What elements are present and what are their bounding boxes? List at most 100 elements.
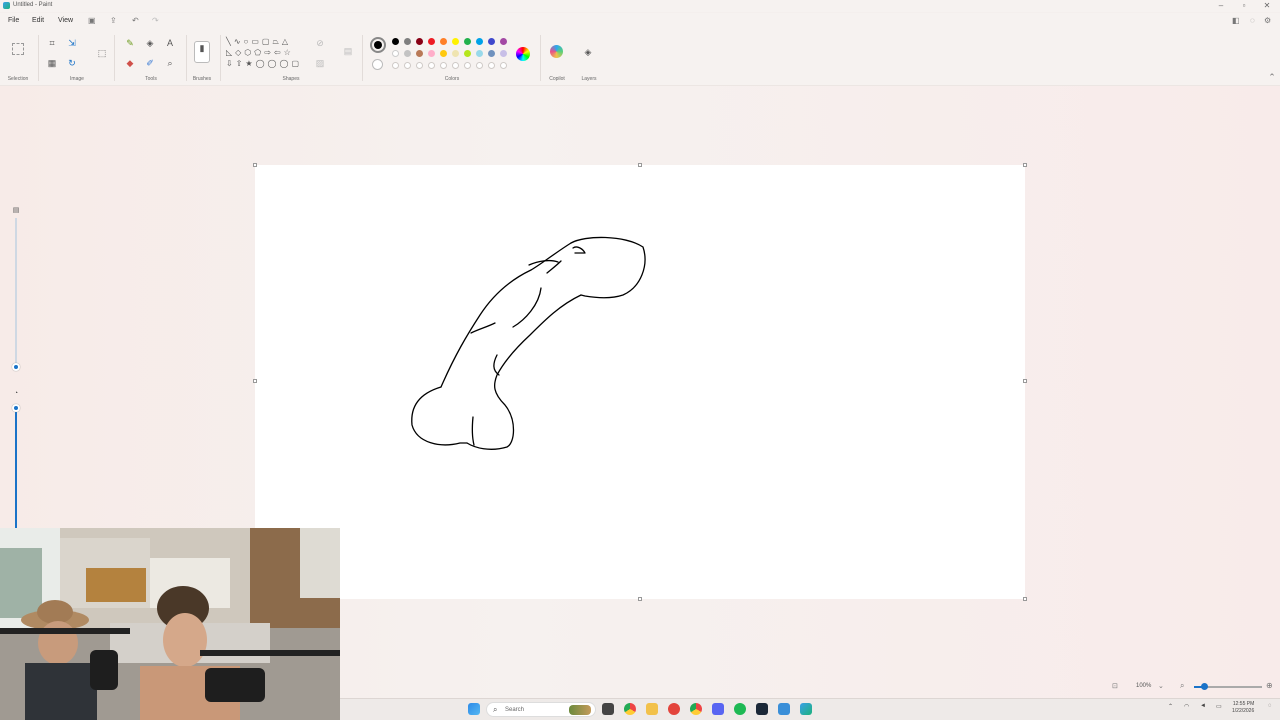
color-swatch[interactable]: [452, 50, 459, 57]
canvas-resize-handle[interactable]: [253, 379, 257, 383]
windows-start-icon[interactable]: [468, 703, 480, 715]
brush-size-knob[interactable]: [12, 363, 20, 371]
resize-icon[interactable]: ⇲: [66, 37, 78, 49]
copilot-icon[interactable]: [550, 45, 563, 58]
paint-icon[interactable]: [800, 703, 812, 715]
custom-color-slot[interactable]: [392, 62, 399, 69]
color-swatch[interactable]: [416, 38, 423, 45]
color-swatch[interactable]: [476, 38, 483, 45]
color-swatch[interactable]: [464, 38, 471, 45]
fit-to-window-icon[interactable]: ⊡: [1112, 682, 1118, 690]
app-icon-red[interactable]: [668, 703, 680, 715]
secondary-color-swatch[interactable]: [372, 59, 383, 70]
account-icon[interactable]: ◌: [1250, 16, 1255, 25]
layers-icon[interactable]: ◈: [582, 46, 594, 58]
custom-color-slot[interactable]: [416, 62, 423, 69]
zoom-level[interactable]: 100%: [1136, 683, 1151, 689]
color-swatch[interactable]: [440, 38, 447, 45]
crop-icon[interactable]: ⌗: [46, 37, 58, 49]
color-swatch[interactable]: [464, 50, 471, 57]
color-swatch[interactable]: [416, 50, 423, 57]
opacity-track[interactable]: [15, 404, 17, 528]
chrome-icon-secondary[interactable]: [690, 703, 702, 715]
file-explorer-icon[interactable]: [646, 703, 658, 715]
steam-icon[interactable]: [756, 703, 768, 715]
close-icon[interactable]: ✕: [1261, 1, 1273, 10]
zoom-out-icon[interactable]: ⌕: [1180, 681, 1184, 691]
canvas-resize-handle[interactable]: [1023, 379, 1027, 383]
zoom-dropdown-icon[interactable]: ⌄: [1158, 682, 1164, 690]
zoom-slider-knob[interactable]: [1201, 683, 1208, 690]
discord-icon[interactable]: [712, 703, 724, 715]
custom-color-slot[interactable]: [476, 62, 483, 69]
custom-color-slot[interactable]: [464, 62, 471, 69]
minimize-icon[interactable]: –: [1215, 1, 1227, 10]
shape-size-icon[interactable]: ▤: [342, 45, 354, 57]
taskbar-search[interactable]: ⌕ Search: [486, 702, 596, 717]
color-swatch[interactable]: [488, 50, 495, 57]
color-swatch[interactable]: [392, 50, 399, 57]
custom-color-slot[interactable]: [404, 62, 411, 69]
color-swatch[interactable]: [440, 50, 447, 57]
maximize-icon[interactable]: ▫: [1238, 1, 1250, 10]
custom-color-slot[interactable]: [428, 62, 435, 69]
battery-icon[interactable]: ▭: [1216, 703, 1222, 710]
shapes-gallery[interactable]: ╲∿○▭▢⏢△ ◺◇⬡⬠⇨⇦☆ ⇩⇧★◯◯◯▢: [226, 36, 306, 74]
color-swatch[interactable]: [428, 50, 435, 57]
pencil-icon[interactable]: ✎: [124, 37, 136, 49]
brushes-icon[interactable]: ▮: [194, 41, 210, 63]
menu-edit[interactable]: Edit: [32, 17, 44, 24]
opacity-knob[interactable]: [12, 404, 20, 412]
spotify-icon[interactable]: [734, 703, 746, 715]
custom-color-slot[interactable]: [440, 62, 447, 69]
collapse-ribbon-icon[interactable]: ⌃: [1266, 71, 1278, 83]
color-swatch[interactable]: [428, 38, 435, 45]
canvas-resize-handle[interactable]: [1023, 163, 1027, 167]
task-view-icon[interactable]: [602, 703, 614, 715]
custom-color-slot[interactable]: [452, 62, 459, 69]
selection-tool-icon[interactable]: [12, 43, 24, 55]
canvas-resize-handle[interactable]: [638, 597, 642, 601]
remove-background-icon[interactable]: ⬚: [96, 47, 108, 59]
eraser-icon[interactable]: ◆: [124, 57, 136, 69]
canvas-resize-handle[interactable]: [638, 163, 642, 167]
color-picker-icon[interactable]: ✐: [144, 57, 156, 69]
chrome-icon[interactable]: [624, 703, 636, 715]
color-swatch[interactable]: [404, 38, 411, 45]
save-icon[interactable]: ▣: [88, 16, 96, 25]
color-swatch[interactable]: [500, 38, 507, 45]
drawing-canvas[interactable]: [255, 165, 1025, 599]
menu-file[interactable]: File: [8, 17, 19, 24]
color-swatch[interactable]: [488, 38, 495, 45]
active-color-swatch[interactable]: [370, 37, 386, 53]
image-select-icon[interactable]: ▦: [46, 57, 58, 69]
notification-icon[interactable]: ◌: [1268, 703, 1272, 709]
edit-colors-icon[interactable]: [516, 47, 530, 61]
text-icon[interactable]: A: [164, 37, 176, 49]
tray-overflow-icon[interactable]: ⌃: [1168, 703, 1173, 710]
share-icon[interactable]: ⇪: [110, 16, 117, 25]
notepad-icon[interactable]: [778, 703, 790, 715]
taskbar-clock[interactable]: 12:55 PM 1/22/2026: [1232, 701, 1254, 715]
color-swatch[interactable]: [392, 38, 399, 45]
shape-fill-icon[interactable]: ▨: [314, 57, 326, 69]
canvas-resize-handle[interactable]: [1023, 597, 1027, 601]
magnifier-icon[interactable]: ⌕: [164, 57, 176, 69]
settings-icon[interactable]: ⚙: [1264, 16, 1271, 25]
custom-color-slot[interactable]: [488, 62, 495, 69]
color-swatch[interactable]: [404, 50, 411, 57]
canvas-resize-handle[interactable]: [253, 163, 257, 167]
feedback-icon[interactable]: ◧: [1232, 16, 1240, 25]
undo-icon[interactable]: ↶: [132, 16, 139, 25]
shape-outline-icon[interactable]: ⊘: [314, 37, 326, 49]
volume-icon[interactable]: ◄: [1200, 703, 1206, 709]
color-swatch[interactable]: [500, 50, 507, 57]
custom-color-slot[interactable]: [500, 62, 507, 69]
menu-view[interactable]: View: [58, 17, 73, 24]
redo-icon[interactable]: ↷: [152, 16, 159, 25]
color-swatch[interactable]: [452, 38, 459, 45]
rotate-icon[interactable]: ↻: [66, 57, 78, 69]
brush-size-track[interactable]: [15, 218, 17, 368]
color-swatch[interactable]: [476, 50, 483, 57]
network-icon[interactable]: ◠: [1184, 703, 1189, 710]
